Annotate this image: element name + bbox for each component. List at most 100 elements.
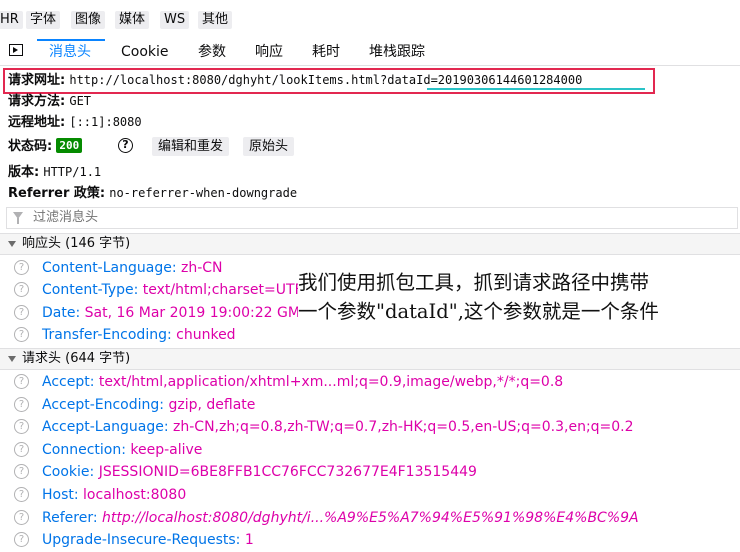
info-icon[interactable]: ? xyxy=(14,260,29,275)
header-entry: Content-Language: zh-CN xyxy=(42,259,223,277)
header-value: 1 xyxy=(244,532,254,548)
header-name: Date: xyxy=(42,305,81,321)
request-method-value: GET xyxy=(69,94,92,108)
header-value: Sat, 16 Mar 2019 19:00:22 GMT xyxy=(84,305,309,321)
header-entry: Accept: text/html,application/xhtml+xm..… xyxy=(42,373,563,391)
request-url-label: 请求网址: xyxy=(8,73,66,88)
caret-down-icon xyxy=(8,241,16,247)
header-name: Transfer-Encoding: xyxy=(42,327,172,343)
filter-headers-input[interactable]: 过滤消息头 xyxy=(6,207,738,229)
help-icon[interactable]: ? xyxy=(118,138,133,153)
header-value: gzip, deflate xyxy=(168,397,256,413)
version-value: HTTP/1.1 xyxy=(43,165,102,179)
header-row: ? Upgrade-Insecure-Requests: 1 xyxy=(0,529,740,551)
tab-timings[interactable]: 耗时 xyxy=(312,39,340,65)
request-method-row: 请求方法: GET xyxy=(8,92,91,111)
tab-stack-trace[interactable]: 堆栈跟踪 xyxy=(369,39,425,65)
annotation-note: 我们使用抓包工具，抓到请求路径中携带 一个参数"dataId",这个参数就是一个… xyxy=(298,268,740,328)
response-headers-title: 响应头 (146 字节) xyxy=(22,236,131,251)
header-entry: Connection: keep-alive xyxy=(42,441,202,459)
caret-down-icon xyxy=(8,356,16,362)
annotation-line-1: 我们使用抓包工具，抓到请求路径中携带 xyxy=(298,271,650,294)
referrer-policy-value: no-referrer-when-downgrade xyxy=(109,186,298,200)
info-icon[interactable]: ? xyxy=(14,442,29,457)
version-label: 版本: xyxy=(8,165,40,180)
header-name: Accept: xyxy=(42,374,95,390)
info-icon[interactable]: ? xyxy=(14,419,29,434)
filter-button-other[interactable]: 其他 xyxy=(198,11,233,29)
header-row: ? Connection: keep-alive xyxy=(0,439,740,461)
header-value: chunked xyxy=(176,327,236,343)
header-entry: Host: localhost:8080 xyxy=(42,486,186,504)
raw-headers-button[interactable]: 原始头 xyxy=(243,137,295,156)
request-url-value[interactable]: http://localhost:8080/dghyht/lookItems.h… xyxy=(69,73,582,87)
remote-address-value: [::1]:8080 xyxy=(69,115,142,129)
header-entry: Date: Sat, 16 Mar 2019 19:00:22 GMT xyxy=(42,304,309,322)
info-icon[interactable]: ? xyxy=(14,374,29,389)
header-row: ? Accept-Encoding: gzip, deflate xyxy=(0,394,740,416)
header-entry: Transfer-Encoding: chunked xyxy=(42,326,236,344)
header-value: keep-alive xyxy=(130,442,203,458)
panel-toggle-icon[interactable] xyxy=(9,44,23,56)
header-entry: Cookie: JSESSIONID=6BE8FFB1CC76FCC732677… xyxy=(42,463,477,481)
filter-button-fonts[interactable]: 字体 xyxy=(26,11,61,29)
status-code-label: 状态码: xyxy=(8,139,53,154)
header-value: http://localhost:8080/dghyht/i...%A9%E5%… xyxy=(102,510,639,526)
header-row: ? Accept-Language: zh-CN,zh;q=0.8,zh-TW;… xyxy=(0,416,740,438)
info-icon[interactable]: ? xyxy=(14,532,29,547)
header-row: ? Accept: text/html,application/xhtml+xm… xyxy=(0,371,740,393)
remote-address-label: 远程地址: xyxy=(8,115,66,130)
header-row: ? Referer: http://localhost:8080/dghyht/… xyxy=(0,507,740,529)
header-name: Accept-Encoding: xyxy=(42,397,165,413)
header-name: Content-Language: xyxy=(42,260,177,276)
info-icon[interactable]: ? xyxy=(14,487,29,502)
status-badge: 200 xyxy=(56,138,83,153)
status-code-row: 状态码: 200 xyxy=(8,138,83,156)
filter-button-media[interactable]: 媒体 xyxy=(115,11,150,29)
header-entry: Referer: http://localhost:8080/dghyht/i.… xyxy=(42,509,639,527)
data-id-underline xyxy=(427,88,645,90)
header-name: Referer: xyxy=(42,510,98,526)
details-tab-bar: 消息头 Cookie 参数 响应 耗时 堆栈跟踪 xyxy=(0,39,740,66)
edit-resend-button[interactable]: 编辑和重发 xyxy=(152,137,230,156)
info-icon[interactable]: ? xyxy=(14,327,29,342)
tab-response[interactable]: 响应 xyxy=(255,39,283,65)
header-row: ? Host: localhost:8080 xyxy=(0,484,740,506)
referrer-policy-label: Referrer 政策: xyxy=(8,186,106,201)
referrer-policy-row: Referrer 政策: no-referrer-when-downgrade xyxy=(8,184,297,203)
header-entry: Accept-Language: zh-CN,zh;q=0.8,zh-TW;q=… xyxy=(42,418,634,436)
version-row: 版本: HTTP/1.1 xyxy=(8,163,101,182)
tab-headers[interactable]: 消息头 xyxy=(49,39,91,65)
header-entry: Upgrade-Insecure-Requests: 1 xyxy=(42,531,254,549)
tab-cookie[interactable]: Cookie xyxy=(121,39,169,65)
remote-address-row: 远程地址: [::1]:8080 xyxy=(8,113,142,132)
request-headers-section[interactable]: 请求头 (644 字节) xyxy=(0,348,740,370)
request-method-label: 请求方法: xyxy=(8,94,66,109)
header-value: localhost:8080 xyxy=(83,487,187,503)
filter-icon xyxy=(13,212,23,224)
info-icon[interactable]: ? xyxy=(14,305,29,320)
header-name: Cookie: xyxy=(42,464,95,480)
response-headers-section[interactable]: 响应头 (146 字节) xyxy=(0,233,740,255)
info-icon[interactable]: ? xyxy=(14,397,29,412)
header-value: zh-CN xyxy=(181,260,223,276)
header-name: Content-Type: xyxy=(42,282,139,298)
info-icon[interactable]: ? xyxy=(14,510,29,525)
header-entry: Content-Type: text/html;charset=UTF-8 xyxy=(42,281,317,299)
header-name: Upgrade-Insecure-Requests: xyxy=(42,532,241,548)
info-icon[interactable]: ? xyxy=(14,282,29,297)
filter-headers-placeholder: 过滤消息头 xyxy=(33,210,99,225)
tab-params[interactable]: 参数 xyxy=(198,39,226,65)
request-headers-title: 请求头 (644 字节) xyxy=(22,351,131,366)
header-name: Host: xyxy=(42,487,79,503)
filter-button-images[interactable]: 图像 xyxy=(71,11,106,29)
info-icon[interactable]: ? xyxy=(14,464,29,479)
header-name: Connection: xyxy=(42,442,126,458)
header-entry: Accept-Encoding: gzip, deflate xyxy=(42,396,255,414)
filter-button-html[interactable]: HR xyxy=(0,11,23,29)
filter-button-ws[interactable]: WS xyxy=(160,11,190,29)
header-name: Accept-Language: xyxy=(42,419,169,435)
request-type-filter-bar: HR 字体 图像 媒体 WS 其他 xyxy=(0,0,740,38)
header-value: JSESSIONID=6BE8FFB1CC76FCC732677E4F13515… xyxy=(98,464,477,480)
header-row: ? Cookie: JSESSIONID=6BE8FFB1CC76FCC7326… xyxy=(0,461,740,483)
